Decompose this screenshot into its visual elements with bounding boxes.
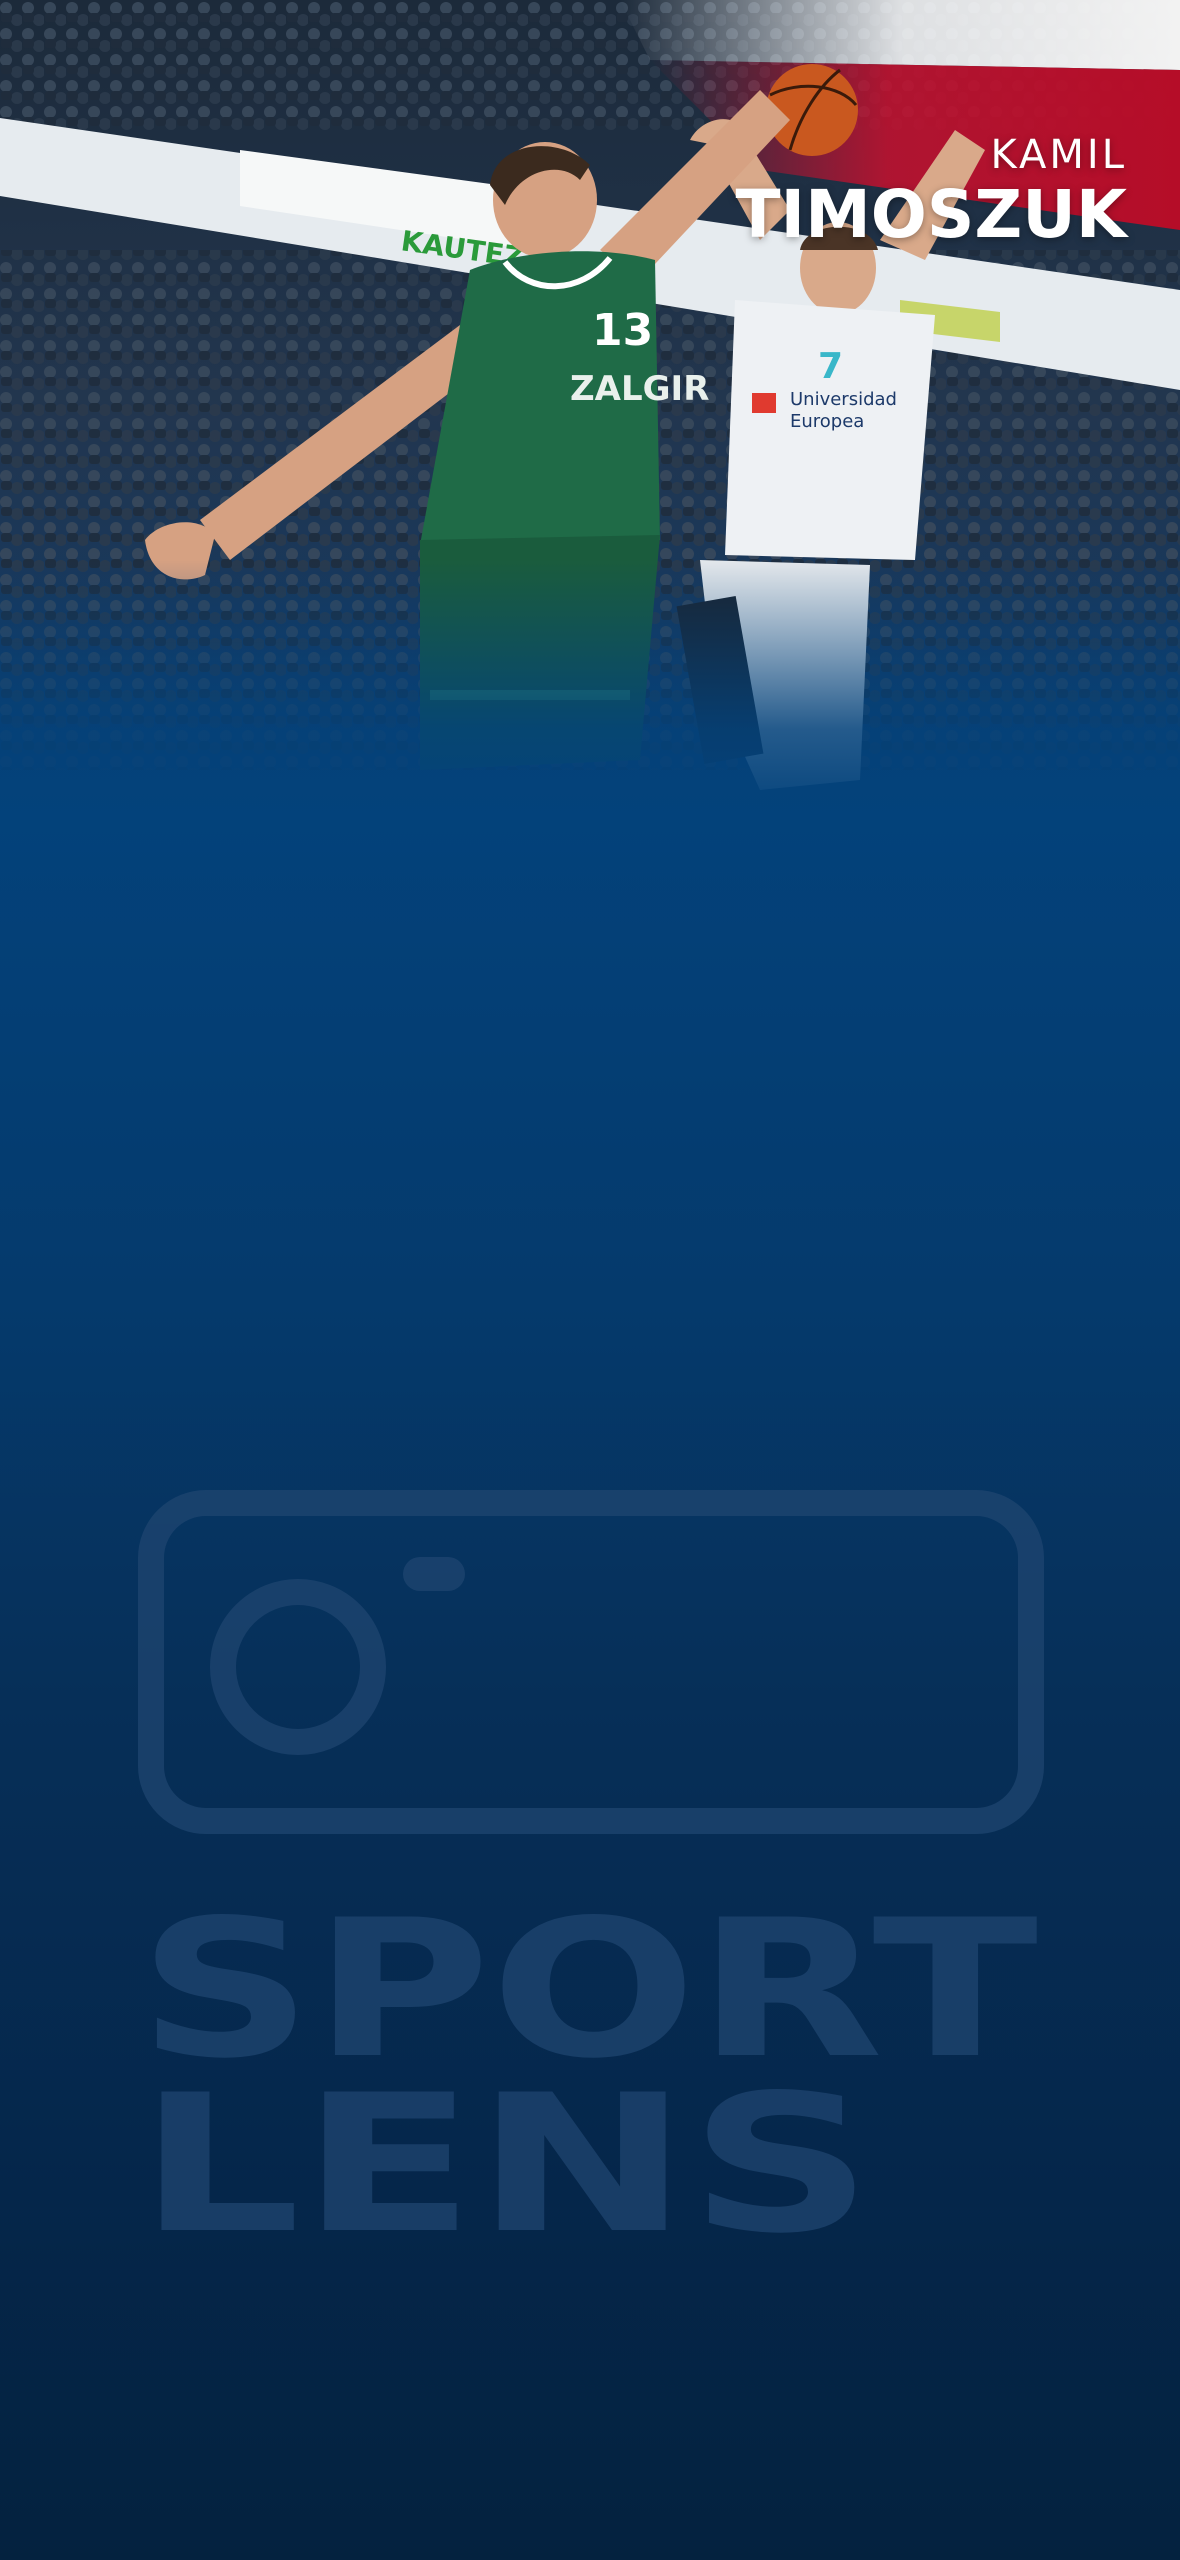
svg-text:ZALGIR: ZALGIR [570, 369, 709, 409]
camera-icon [138, 1490, 1044, 1834]
svg-text:13: 13 [592, 305, 653, 356]
svg-text:Europea: Europea [790, 411, 864, 432]
svg-text:7: 7 [818, 346, 843, 387]
player-name: KAMIL TIMOSZUK [736, 132, 1128, 252]
player-last-name: TIMOSZUK [735, 176, 1128, 253]
watermark-line-2: LENS [138, 2054, 873, 2250]
player-first-name: KAMIL [990, 132, 1127, 178]
svg-text:Universidad: Universidad [790, 389, 897, 410]
hero-photo: KAUTEZ Universidad Europea 7 13 ZALGIR [0, 0, 1180, 820]
screen: KAUTEZ Universidad Europea 7 13 ZALGIR K… [0, 0, 1180, 2560]
sportlens-watermark-logo: SPORT LENS [138, 1490, 1044, 2250]
hero-fade-overlay [0, 560, 1180, 820]
